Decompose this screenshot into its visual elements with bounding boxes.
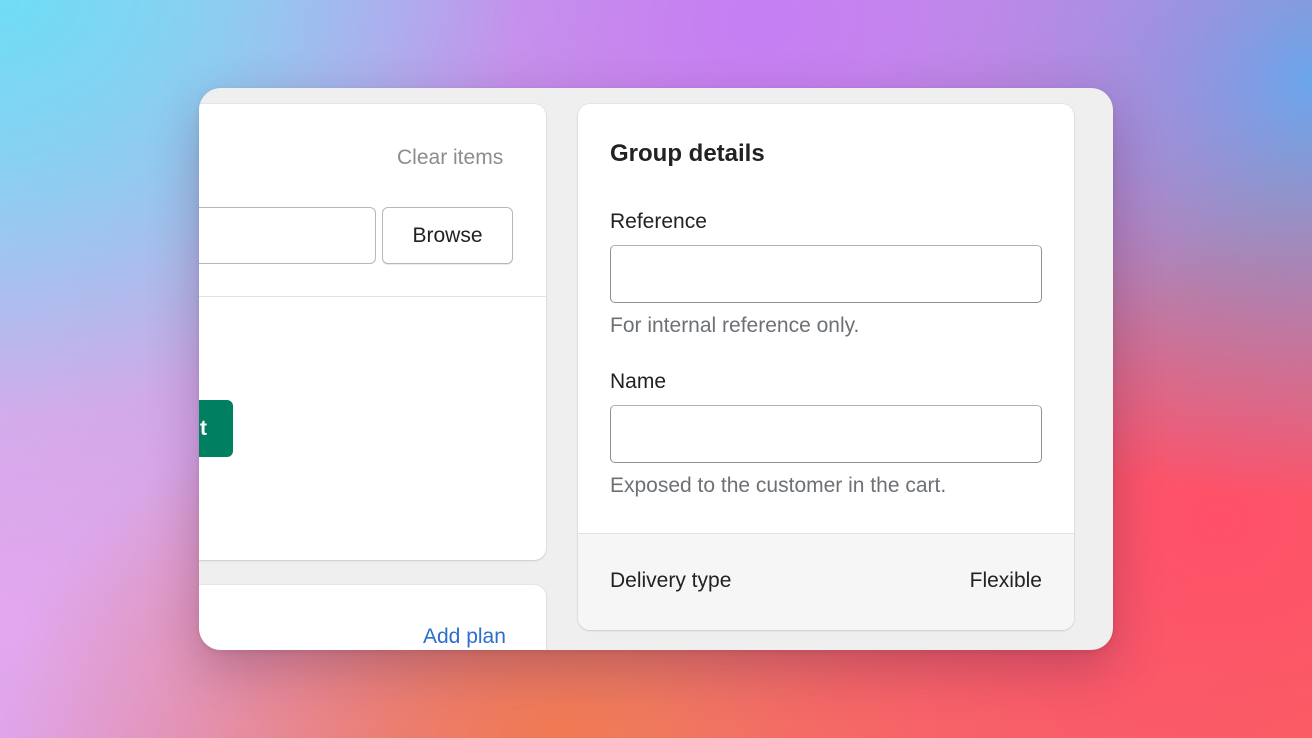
group-details-card: Group details Reference For internal ref… (578, 104, 1074, 630)
primary-action-label: t (200, 416, 207, 440)
name-label: Name (610, 370, 667, 393)
name-help-text: Exposed to the customer in the cart. (610, 474, 947, 497)
products-card: Clear items Browse t (199, 104, 546, 560)
plans-card: Add plan (199, 585, 546, 650)
group-details-title: Group details (610, 140, 765, 167)
primary-action-button[interactable]: t (199, 400, 233, 457)
delivery-type-label: Delivery type (610, 569, 732, 592)
delivery-type-row: Delivery type Flexible (578, 533, 1074, 630)
card-divider (199, 296, 546, 297)
add-plan-link[interactable]: Add plan (423, 625, 506, 649)
delivery-type-value: Flexible (969, 569, 1042, 592)
desktop-background: Clear items Browse t Add plan Group deta… (0, 0, 1312, 738)
clear-items-button[interactable]: Clear items (397, 146, 503, 170)
reference-help-text: For internal reference only. (610, 314, 860, 337)
name-input[interactable] (610, 405, 1042, 463)
reference-label: Reference (610, 210, 707, 233)
product-search-input[interactable] (199, 207, 376, 264)
app-window: Clear items Browse t Add plan Group deta… (199, 88, 1113, 650)
browse-button[interactable]: Browse (382, 207, 513, 264)
reference-input[interactable] (610, 245, 1042, 303)
